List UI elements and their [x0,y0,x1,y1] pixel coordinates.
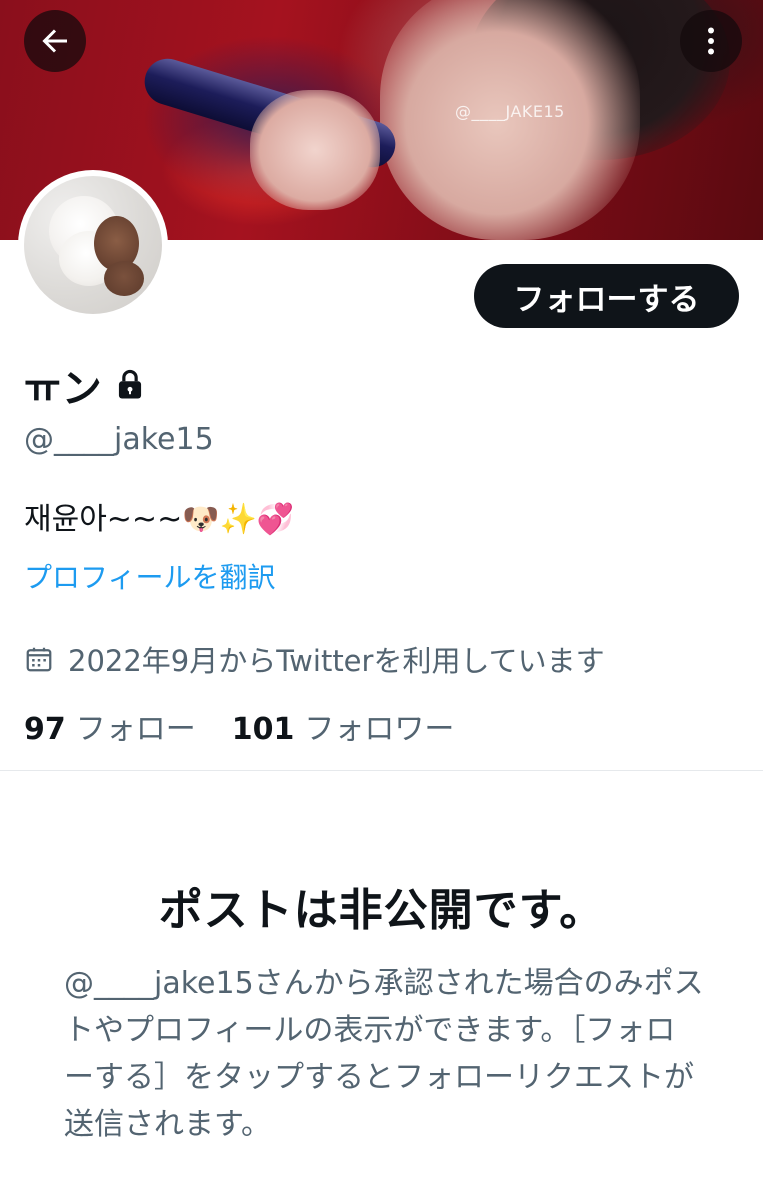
private-posts-description: @____jake15さんから承認された場合のみポストやプロフィールの表示ができ… [64,966,704,1142]
banner-watermark: @____JAKE15 [455,102,565,121]
banner-photo-hand [250,90,380,210]
join-date-text: 2022年9月からTwitterを利用しています [68,644,605,678]
following-count: 97 [24,712,66,747]
private-posts-title: ポストは非公開です。 [158,885,605,936]
followers-stat[interactable]: 101 フォロワー [232,704,455,748]
avatar-brown-plush-body [104,261,144,296]
display-name: ㅠン [24,366,103,412]
followers-count: 101 [231,712,295,747]
follow-stats: 97 フォロー 101 フォロワー [24,704,454,748]
following-stat[interactable]: 97 フォロー [24,704,196,748]
lock-icon [118,369,141,399]
more-options-button[interactable] [680,10,742,72]
more-vertical-icon [708,27,714,55]
followers-label: フォロワー [304,712,455,747]
follow-button[interactable]: フォローする [474,264,739,328]
profile-handle: @____jake15 [24,422,214,457]
following-label: フォロー [75,712,196,747]
back-button[interactable] [24,10,86,72]
avatar-photo [24,176,162,314]
calendar-icon [26,647,52,672]
section-divider [0,770,763,771]
translate-profile-link[interactable]: プロフィールを翻訳 [24,556,275,596]
profile-bio: 재윤아~~~🐶✨💞 [24,502,295,537]
join-date-row: 2022年9月からTwitterを利用しています [24,638,605,680]
name-row: ㅠン [24,356,145,414]
avatar[interactable] [18,170,168,320]
arrow-left-icon [42,29,67,53]
